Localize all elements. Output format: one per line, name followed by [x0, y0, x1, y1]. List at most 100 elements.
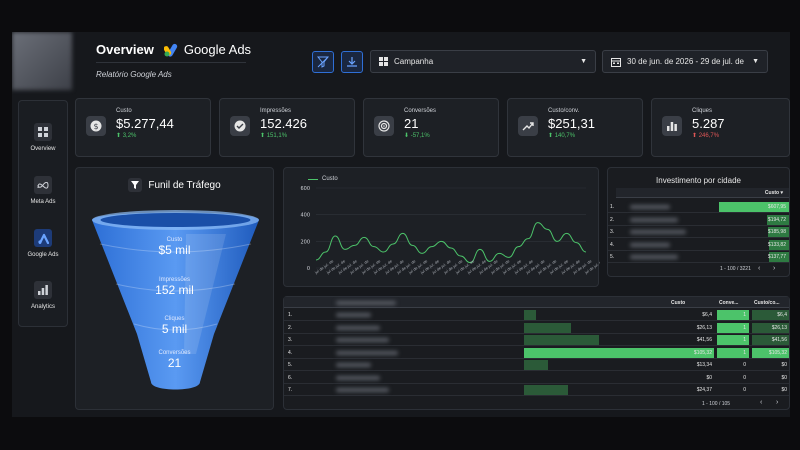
row-index: 3.	[610, 229, 615, 235]
sidebar-item-meta-ads[interactable]: Meta Ads	[19, 176, 67, 205]
kpi-delta: ⬆ 246,7%	[692, 133, 720, 139]
kpi-delta: ⬇ -57,1%	[404, 133, 430, 139]
cell-conversoes: 1	[743, 349, 746, 356]
table-row[interactable]: 1. $6,4 1 $6,4	[284, 309, 789, 321]
grid-icon	[379, 57, 388, 66]
column-header-conversoes[interactable]: Conve...	[719, 300, 738, 306]
column-header-custo-conv[interactable]: Custo/co...	[754, 300, 780, 306]
table-row[interactable]: 2. $194,72	[608, 214, 789, 226]
target-icon	[374, 116, 394, 136]
google-ads-icon	[34, 229, 52, 247]
table-row[interactable]: 4. $133,82	[608, 239, 789, 251]
sidebar-item-analytics[interactable]: Analytics	[19, 281, 67, 310]
table-title: Investimento por cidade	[656, 176, 741, 185]
kpi-delta: ⬆ 3,2%	[116, 133, 137, 139]
filter-reset-button[interactable]	[312, 51, 334, 73]
sidebar-item-google-ads[interactable]: Google Ads	[19, 229, 67, 258]
kpi-card-conversoes: Conversões 21 ⬇ -57,1%	[363, 98, 499, 157]
kpi-label: Custo/conv.	[548, 108, 580, 114]
table-row[interactable]: 4. $105,32 1 $105,32	[284, 347, 789, 359]
sidebar-item-label: Overview	[30, 146, 56, 152]
header-brand: Overview Google Ads	[96, 42, 251, 57]
cell-conversoes: 1	[743, 312, 746, 318]
chevron-down-icon: ▼	[752, 58, 759, 65]
date-range-label: 30 de jun. de 2026 - 29 de jul. de 202	[627, 57, 746, 66]
funnel-stage-impressoes: Impressões 152 mil	[76, 277, 273, 297]
y-tick-label: 0	[307, 266, 310, 272]
google-ads-logo: Google Ads	[163, 42, 252, 57]
cell-conversoes: 0	[743, 387, 746, 393]
page-title: Overview	[96, 42, 154, 57]
date-range-picker[interactable]: 30 de jun. de 2026 - 29 de jul. de 202 ▼	[602, 50, 768, 73]
data-bar	[524, 385, 568, 395]
data-bar	[524, 322, 572, 333]
y-tick-label: 400	[300, 213, 310, 219]
cell-custo-conv: $41,56	[771, 337, 787, 343]
row-index: 4.	[610, 241, 615, 248]
kpi-card-cliques: Cliques 5.287 ⬆ 246,7%	[651, 98, 790, 157]
table-row[interactable]: 5. $13,34 0 $0	[284, 359, 789, 371]
row-index: 5.	[610, 254, 615, 260]
cell-custo: $24,37	[696, 387, 712, 393]
series-line-custo	[315, 222, 587, 264]
cell-value: $194,72	[767, 216, 786, 223]
chevron-left-icon[interactable]: ‹	[760, 399, 762, 406]
column-header-custo[interactable]: Custo ▾	[765, 190, 783, 196]
row-index: 3.	[288, 337, 293, 343]
table-row[interactable]: 7. $24,37 0 $0	[284, 384, 789, 396]
client-logo	[12, 32, 72, 90]
filter-off-icon	[317, 56, 329, 68]
chevron-down-icon: ▼	[580, 58, 587, 65]
chevron-left-icon[interactable]: ‹	[758, 265, 760, 272]
kpi-card-impressoes: Impressões 152.426 ⬆ 151,1%	[219, 98, 355, 157]
row-index: 7.	[288, 387, 293, 393]
filter-icon	[128, 178, 143, 192]
row-index: 4.	[288, 349, 293, 356]
row-index: 5.	[288, 362, 293, 368]
table-row[interactable]: 5. $137,77	[608, 251, 789, 263]
kpi-card-custo: $ Custo $5.277,44 ⬆ 3,2%	[75, 98, 211, 157]
chevron-right-icon[interactable]: ›	[773, 265, 775, 272]
y-tick-label: 200	[300, 239, 310, 245]
kpi-label: Conversões	[404, 108, 437, 114]
y-tick-label: 600	[300, 186, 310, 192]
cell-value: $607,95	[767, 204, 786, 210]
cell-custo-conv: $0	[781, 387, 787, 393]
campaign-dropdown[interactable]: Campanha ▼	[370, 50, 596, 73]
pager-text: 1 - 100 / 105	[702, 401, 731, 407]
brand-name: Google Ads	[183, 42, 252, 57]
svg-text:$: $	[93, 122, 98, 131]
cell-value: $185,98	[767, 229, 786, 235]
traffic-funnel-panel: Funil de Tráfego Custo $5 mil Impressões…	[75, 167, 274, 410]
chevron-right-icon[interactable]: ›	[776, 399, 778, 406]
cell-conversoes: 0	[743, 362, 746, 368]
data-bar	[524, 335, 599, 345]
sidebar: Overview Meta Ads Google Ads Analytics	[18, 100, 68, 327]
funnel-stage-custo: Custo $5 mil	[76, 237, 273, 257]
funnel-stage-cliques: Cliques 5 mil	[76, 316, 273, 336]
data-bar	[524, 310, 536, 320]
funnel-graphic	[92, 210, 259, 390]
kpi-delta: ⬆ 140,7%	[548, 133, 576, 139]
table-row[interactable]: 3. $185,98	[608, 226, 789, 238]
kpi-value: 5.287	[692, 116, 725, 131]
kpi-label: Cliques	[692, 108, 713, 114]
trend-icon	[518, 116, 538, 136]
funnel-title: Funil de Tráfego	[76, 178, 273, 192]
table-row[interactable]: 2. $26,13 1 $26,13	[284, 322, 789, 334]
download-button[interactable]	[341, 51, 363, 73]
table-row[interactable]: 1. $607,95	[608, 201, 789, 213]
column-header-custo[interactable]: Custo	[671, 300, 685, 306]
table-row[interactable]: 3. $41,56 1 $41,56	[284, 334, 789, 346]
cell-custo: $105,32	[693, 349, 712, 356]
dashboard: Overview Google Ads Relatório Google Ads…	[12, 32, 790, 417]
cell-custo: $6,4	[702, 312, 712, 318]
kpi-label: Impressões	[260, 108, 292, 114]
table-header: Custo ▾	[616, 188, 789, 198]
kpi-delta: ⬆ 151,1%	[260, 133, 288, 139]
table-row[interactable]: 6. $0 0 $0	[284, 372, 789, 384]
sidebar-item-overview[interactable]: Overview	[19, 123, 67, 152]
cell-conversoes: 0	[743, 374, 746, 381]
sidebar-item-label: Google Ads	[27, 252, 59, 258]
cost-line-chart: 0200400600jul de jul. dejul de jul. deju…	[300, 186, 600, 275]
